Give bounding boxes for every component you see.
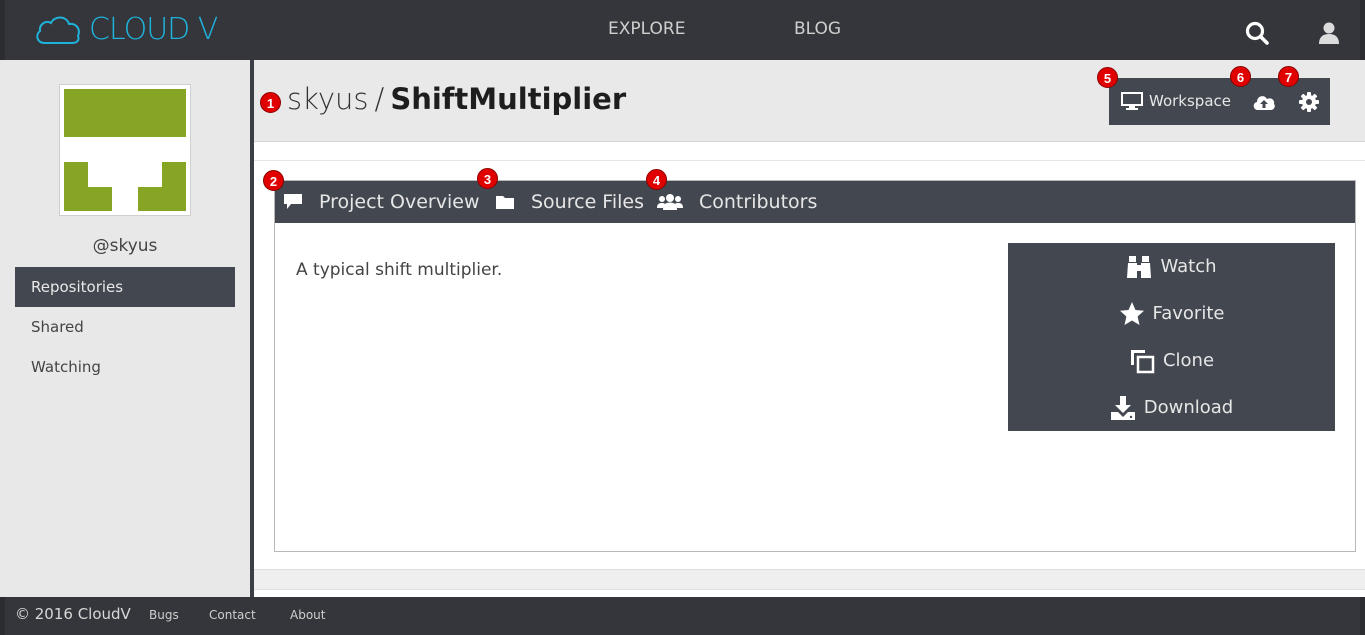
- sidebar: @skyus Repositories Shared Watching: [0, 60, 250, 597]
- identicon-image: [64, 89, 186, 211]
- sidebar-item-shared[interactable]: Shared: [15, 307, 235, 347]
- cloud-logo-icon: [36, 16, 80, 44]
- search-icon[interactable]: [1244, 20, 1270, 46]
- sidebar-item-watching[interactable]: Watching: [15, 347, 235, 387]
- user-icon[interactable]: [1316, 20, 1342, 46]
- profile-username: @skyus: [92, 236, 158, 256]
- content-bottom-strip: [254, 569, 1365, 590]
- top-navbar: CLOUD V EXPLORE BLOG: [0, 0, 1365, 60]
- clone-button[interactable]: Clone: [1008, 337, 1335, 384]
- comment-icon: [284, 194, 302, 209]
- marker-3: 3: [477, 168, 498, 189]
- tab-contributors[interactable]: Contributors: [657, 181, 817, 223]
- marker-7: 7: [1278, 66, 1299, 87]
- avatar[interactable]: [59, 84, 191, 216]
- clone-label: Clone: [1162, 350, 1215, 371]
- tab-label: Contributors: [699, 191, 818, 213]
- workspace-label: Workspace: [1149, 92, 1231, 110]
- brand-name: CLOUD V: [89, 12, 218, 47]
- marker-2: 2: [263, 170, 284, 191]
- nav-blog-link[interactable]: BLOG: [794, 19, 841, 39]
- download-button[interactable]: Download: [1008, 384, 1335, 431]
- folder-icon: [496, 196, 514, 209]
- marker-4: 4: [646, 169, 667, 190]
- cloudv-logo[interactable]: CLOUD V: [33, 12, 218, 47]
- nav-explore-link[interactable]: EXPLORE: [608, 19, 685, 39]
- content-divider: [254, 160, 1365, 161]
- repo-separator: /: [374, 82, 385, 116]
- marker-1: 1: [260, 92, 281, 113]
- favorite-label: Favorite: [1152, 303, 1225, 324]
- project-description: A typical shift multiplier.: [296, 260, 503, 280]
- watch-button[interactable]: Watch: [1008, 243, 1335, 290]
- marker-5: 5: [1097, 67, 1118, 88]
- repo-header: skyus / ShiftMultiplier Workspace: [254, 60, 1365, 142]
- repo-panel: Project Overview Source Files Contributo…: [274, 180, 1356, 552]
- gear-icon[interactable]: [1299, 92, 1319, 112]
- tab-label: Source Files: [531, 191, 644, 213]
- footer: © 2016 CloudV Bugs Contact About: [0, 597, 1365, 635]
- cloud-upload-icon[interactable]: [1252, 91, 1276, 113]
- repo-tabs: Project Overview Source Files Contributo…: [275, 181, 1355, 223]
- footer-copyright: © 2016 CloudV: [15, 605, 131, 623]
- repo-title: skyus / ShiftMultiplier: [287, 82, 626, 116]
- users-icon: [657, 194, 683, 210]
- tab-label: Project Overview: [319, 191, 480, 213]
- favorite-button[interactable]: Favorite: [1008, 290, 1335, 337]
- marker-6: 6: [1230, 66, 1251, 87]
- watch-label: Watch: [1160, 256, 1217, 277]
- binoculars-icon: [1127, 255, 1152, 278]
- sidebar-item-repositories[interactable]: Repositories: [15, 267, 235, 307]
- star-icon: [1119, 301, 1144, 325]
- workspace-button[interactable]: Workspace: [1121, 91, 1231, 111]
- download-label: Download: [1143, 397, 1234, 418]
- tab-source-files[interactable]: Source Files: [495, 181, 644, 223]
- footer-about-link[interactable]: About: [290, 608, 325, 622]
- footer-bugs-link[interactable]: Bugs: [149, 608, 179, 622]
- repo-owner-link[interactable]: skyus: [287, 82, 369, 116]
- repo-toolbar: Workspace: [1109, 78, 1330, 125]
- tab-project-overview[interactable]: Project Overview: [283, 181, 480, 223]
- footer-contact-link[interactable]: Contact: [209, 608, 256, 622]
- download-icon: [1110, 395, 1135, 420]
- clone-icon: [1130, 349, 1155, 373]
- repo-actions: Watch Favorite Clone Download: [1008, 243, 1335, 431]
- monitor-icon: [1121, 92, 1143, 110]
- repo-name: ShiftMultiplier: [390, 82, 627, 116]
